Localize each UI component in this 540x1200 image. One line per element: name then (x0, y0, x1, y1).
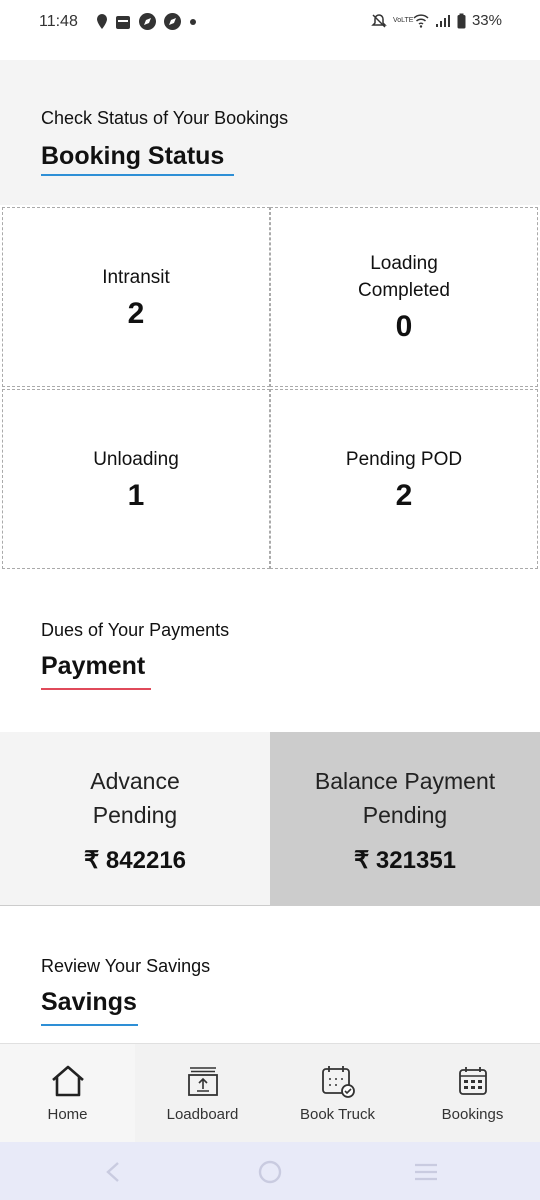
status-card-count: 2 (395, 478, 413, 512)
payment-title: Payment (41, 652, 146, 680)
compass-icon-2 (164, 13, 181, 30)
booking-status-underline (41, 174, 234, 176)
booking-status-grid: Intransit 2 Loading Completed 0 Unloadin… (0, 205, 540, 569)
notification-icons (96, 12, 198, 31)
recents-icon[interactable] (414, 1162, 438, 1182)
battery-percent: 33% (471, 12, 502, 29)
location-icon (97, 13, 107, 29)
nav-home-label: Home (47, 1106, 88, 1123)
booking-status-title: Booking Status (41, 142, 225, 170)
compass-icon (139, 13, 156, 30)
booking-status-subtitle: Check Status of Your Bookings (41, 108, 289, 128)
back-icon[interactable] (105, 1161, 121, 1183)
status-card-count: 0 (395, 310, 413, 343)
nav-bookings[interactable]: Bookings (405, 1044, 540, 1143)
advance-pending-amount: ₹ 842216 (83, 846, 187, 874)
balance-payment-amount: ₹ 321351 (353, 846, 457, 874)
savings-underline (41, 1024, 138, 1026)
status-bar: 11:48 VoLTE 33% (0, 0, 540, 48)
bookings-icon (458, 1067, 487, 1095)
home-circle-icon[interactable] (257, 1159, 283, 1185)
status-card-pending-pod[interactable]: Pending POD 2 (270, 389, 538, 569)
status-card-label: Loading Completed (358, 253, 450, 301)
signal-icon (435, 14, 450, 27)
savings-subtitle: Review Your Savings (41, 956, 211, 976)
battery-icon (457, 13, 466, 28)
savings-title: Savings (41, 988, 137, 1016)
payment-underline (41, 688, 151, 690)
system-status-icons: VoLTE 33% (371, 12, 502, 29)
status-card-count: 2 (127, 296, 145, 330)
mute-icon (371, 13, 387, 28)
loadboard-icon (187, 1067, 218, 1096)
status-card-label: Intransit (102, 266, 170, 288)
nav-loadboard[interactable]: Loadboard (135, 1044, 270, 1143)
status-card-label: Pending POD (345, 448, 463, 470)
advance-pending-label: Advance Pending (90, 767, 180, 828)
payment-subtitle: Dues of Your Payments (41, 620, 230, 640)
volte-label: VoLTE (392, 16, 414, 24)
status-card-loading-completed[interactable]: Loading Completed 0 (270, 207, 538, 387)
calendar-notification-icon (116, 15, 130, 29)
status-card-label: Unloading (93, 448, 179, 470)
status-time: 11:48 (39, 13, 78, 30)
balance-payment-label: Balance Payment Pending (314, 767, 496, 828)
booking-status-header: Check Status of Your Bookings Booking St… (0, 60, 540, 205)
balance-payment-card[interactable]: Balance Payment Pending ₹ 321351 (270, 732, 540, 906)
nav-loadboard-label: Loadboard (166, 1106, 239, 1123)
bottom-navigation: Home Loadboard Book Truck Bookings (0, 1043, 540, 1143)
home-icon (51, 1065, 84, 1097)
section-divider (0, 905, 540, 906)
book-truck-icon (321, 1066, 355, 1098)
nav-book-truck[interactable]: Book Truck (270, 1044, 405, 1143)
nav-home[interactable]: Home (0, 1044, 135, 1143)
advance-pending-card[interactable]: Advance Pending ₹ 842216 (0, 732, 270, 906)
nav-bookings-label: Bookings (441, 1106, 504, 1123)
status-card-count: 1 (127, 478, 145, 512)
wifi-icon (413, 13, 429, 28)
status-card-intransit[interactable]: Intransit 2 (2, 207, 270, 387)
status-card-unloading[interactable]: Unloading 1 (2, 389, 270, 569)
system-navigation-bar (0, 1142, 540, 1200)
nav-book-truck-label: Book Truck (299, 1106, 376, 1123)
more-dot-icon (190, 18, 196, 25)
